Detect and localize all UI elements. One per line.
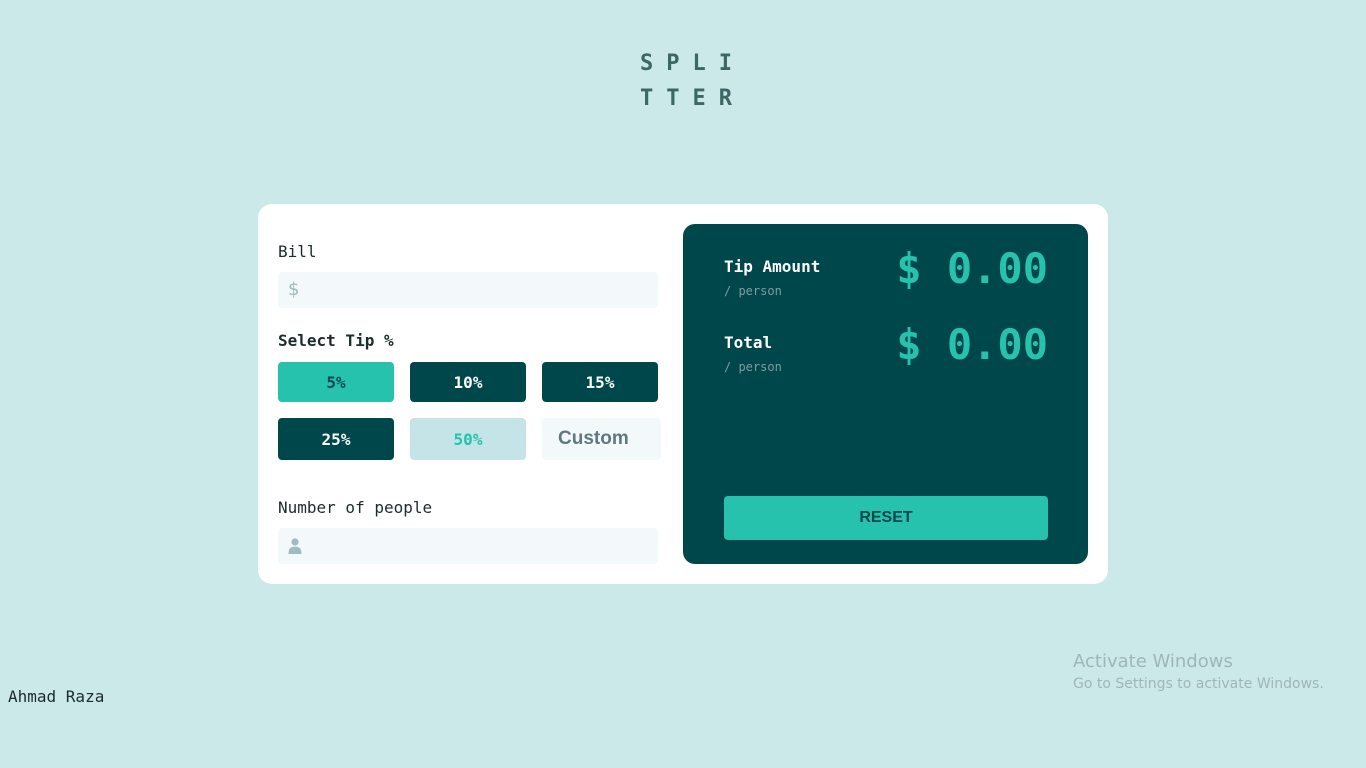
- tip-amount-title: Tip Amount: [724, 257, 821, 276]
- person-icon: [288, 538, 302, 554]
- logo-line-2: TTER: [640, 86, 745, 111]
- watermark-title: Activate Windows: [1073, 651, 1233, 672]
- people-input[interactable]: [312, 528, 648, 564]
- tip-button-10[interactable]: 10%: [410, 362, 526, 402]
- reset-button[interactable]: RESET: [724, 496, 1048, 540]
- tip-button-5[interactable]: 5%: [278, 362, 394, 402]
- dollar-icon: $: [288, 279, 300, 300]
- app-logo: SPLI TTER: [640, 46, 745, 116]
- tip-amount-value: $ 0.00: [896, 244, 1048, 293]
- tip-button-15[interactable]: 15%: [542, 362, 658, 402]
- bill-input[interactable]: [312, 272, 648, 308]
- calculator-card: Bill $ Select Tip % 5% 10% 15% 25% 50% C…: [258, 204, 1108, 584]
- tip-amount-per-person: / person: [724, 284, 782, 298]
- bill-label: Bill: [278, 242, 317, 261]
- watermark-subtitle: Go to Settings to activate Windows.: [1073, 676, 1324, 692]
- total-value: $ 0.00: [896, 320, 1048, 369]
- custom-tip-input[interactable]: Custom: [542, 418, 661, 460]
- select-tip-label: Select Tip %: [278, 331, 394, 350]
- people-input-box[interactable]: [278, 528, 658, 564]
- bill-input-box[interactable]: $: [278, 272, 658, 308]
- results-panel: Tip Amount / person $ 0.00 Total / perso…: [683, 224, 1088, 564]
- total-title: Total: [724, 333, 773, 352]
- author-credit: Ahmad Raza: [8, 687, 105, 706]
- windows-activation-watermark: Activate Windows Go to Settings to activ…: [1073, 651, 1324, 695]
- total-per-person: / person: [724, 360, 782, 374]
- tip-button-25[interactable]: 25%: [278, 418, 394, 460]
- people-label: Number of people: [278, 498, 433, 517]
- tip-button-50[interactable]: 50%: [410, 418, 526, 460]
- logo-line-1: SPLI: [640, 51, 745, 76]
